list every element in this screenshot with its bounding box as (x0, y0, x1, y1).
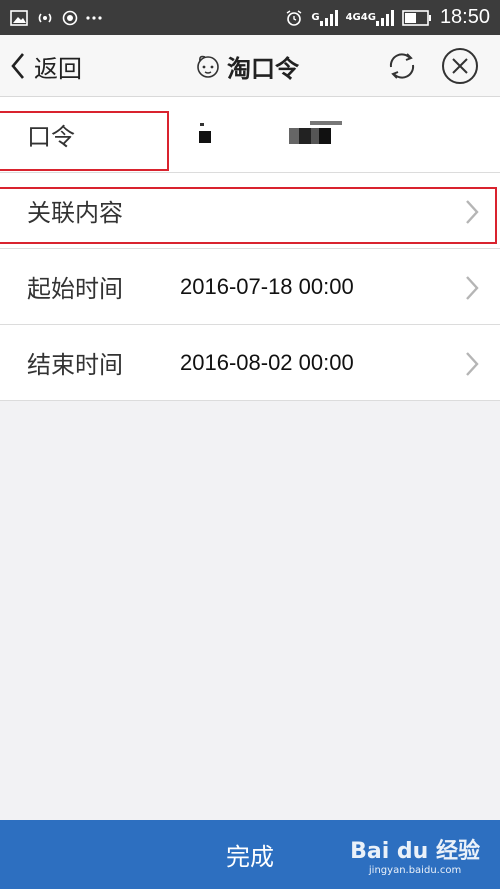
done-label: 完成 (226, 843, 274, 871)
nav-bar: 返回 淘口令 (0, 35, 500, 97)
row-label-password: 口令 (27, 123, 75, 151)
page-title-text: 淘口令 (227, 54, 299, 83)
taobao-face-icon (195, 53, 221, 79)
back-button[interactable]: 返回 (10, 35, 82, 97)
watermark-url: jingyan.baidu.com (368, 865, 462, 876)
network-type-1: G (311, 12, 320, 23)
row-value-end-time: 2016-08-02 00:00 (180, 349, 354, 375)
page-title: 淘口令 (195, 35, 299, 97)
row-start-time[interactable]: 起始时间 2016-07-18 00:00 (0, 249, 500, 325)
row-label-related-content: 关联内容 (27, 199, 123, 227)
chevron-right-icon (466, 276, 479, 300)
row-end-time[interactable]: 结束时间 2016-08-02 00:00 (0, 325, 500, 401)
more-dots-icon (86, 15, 102, 21)
chevron-right-icon (466, 352, 479, 376)
record-icon (62, 10, 78, 26)
signal-icon-1: G (311, 9, 338, 26)
row-value-start-time: 2016-07-18 00:00 (180, 273, 354, 299)
hotspot-icon (36, 10, 54, 26)
chevron-right-icon (466, 200, 479, 224)
signal-icon-2: 4G 4G (345, 9, 394, 26)
status-left (10, 9, 102, 26)
highlight-box-password (0, 111, 169, 171)
watermark-brand: Bai du 经验 (350, 839, 480, 864)
close-button[interactable] (441, 47, 479, 85)
refresh-button[interactable] (383, 47, 421, 85)
alarm-icon (285, 9, 303, 27)
row-label-end-time: 结束时间 (27, 351, 123, 379)
back-label: 返回 (34, 54, 82, 83)
refresh-icon (389, 53, 415, 79)
chevron-left-icon (10, 52, 26, 80)
settings-list: 口令 关联内容 起始时间 2016-07-18 00:00 结束时间 2016-… (0, 97, 500, 401)
redaction-mark (289, 128, 331, 144)
status-time: 18:50 (439, 6, 490, 28)
network-type-2: 4G (345, 12, 361, 23)
status-bar: G 4G 4G 18:50 (0, 0, 500, 35)
redaction-mark (310, 121, 342, 125)
row-password[interactable]: 口令 (0, 97, 500, 173)
row-related-content[interactable]: 关联内容 (0, 173, 500, 249)
status-right: G 4G 4G 18:50 (285, 6, 490, 29)
redaction-mark (199, 131, 211, 143)
watermark-logo: Bai du 经验 (350, 833, 480, 865)
battery-icon (402, 9, 432, 26)
redaction-mark (200, 123, 204, 126)
network-type-3: 4G (360, 12, 376, 23)
row-label-start-time: 起始时间 (27, 275, 123, 303)
baidu-jingyan-watermark: Bai du 经验 jingyan.baidu.com (350, 833, 480, 876)
image-icon (10, 9, 28, 26)
close-icon (442, 48, 478, 84)
